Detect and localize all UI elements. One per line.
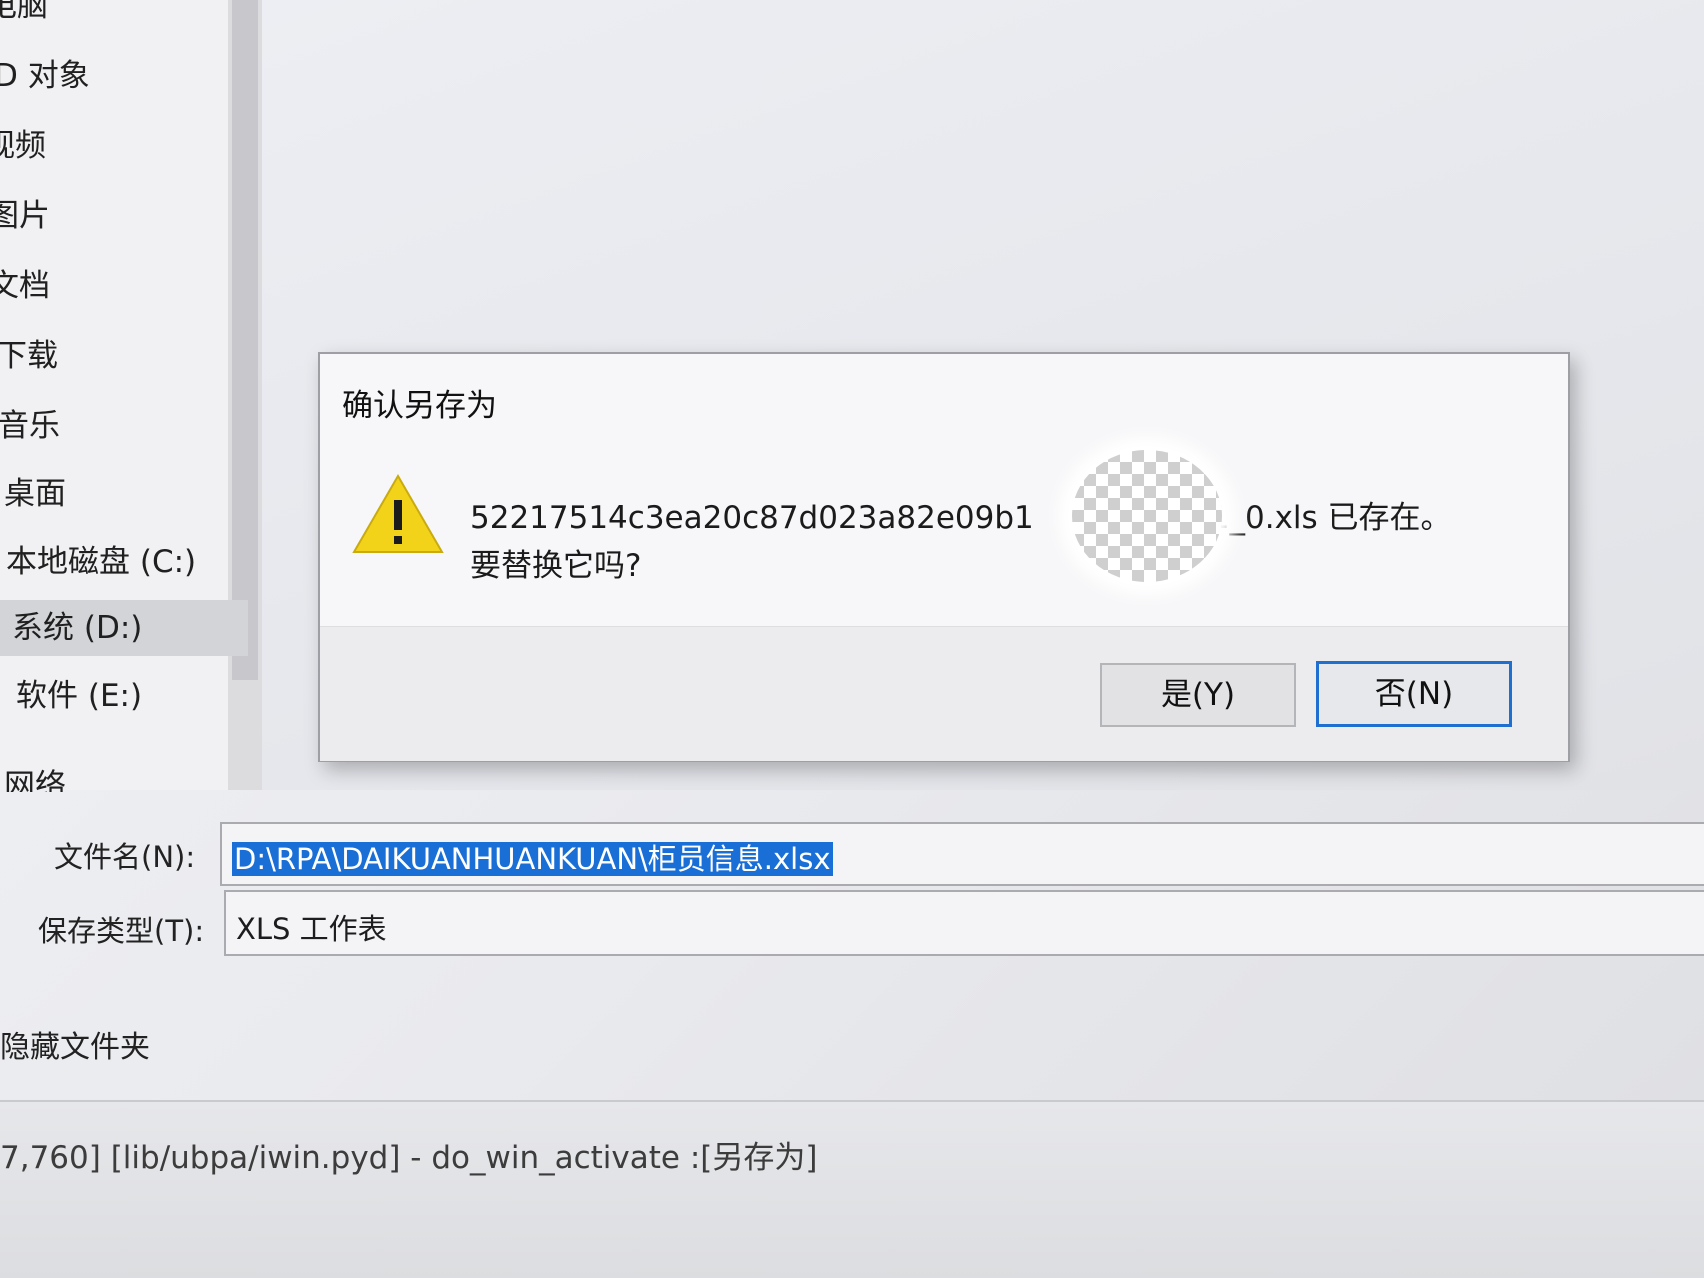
log-line: 7,760] [lib/ubpa/iwin.pyd] - do_win_acti… xyxy=(0,1140,818,1176)
nav-item-label: 图片 xyxy=(0,198,50,234)
filetype-select[interactable]: XLS 工作表 xyxy=(224,890,1704,956)
nav-item-label: 网络 xyxy=(4,768,66,792)
nav-item-videos[interactable]: 视频 xyxy=(0,118,248,174)
nav-item-network[interactable]: 网络 xyxy=(0,752,248,792)
filetype-value: XLS 工作表 xyxy=(236,912,387,946)
message-filename-prefix: 52217514c3ea20c87d023a82e09b1 xyxy=(470,500,1034,536)
dialog-title: 确认另存为 xyxy=(342,388,497,424)
nav-item-this-pc[interactable]: 电脑 xyxy=(0,0,248,34)
confirm-save-as-dialog: 确认另存为 52217514c3ea20c87d023a82e09b1 1_0.x… xyxy=(318,352,1570,762)
warning-icon xyxy=(352,474,444,553)
yes-button[interactable]: 是(Y) xyxy=(1100,663,1296,727)
nav-item-3d-objects[interactable]: D 对象 xyxy=(0,48,248,104)
nav-item-downloads[interactable]: 下载 xyxy=(0,328,248,384)
nav-item-label: 音乐 xyxy=(0,408,60,444)
dialog-message-line2: 要替换它吗? xyxy=(470,548,642,584)
filetype-label: 保存类型(T): xyxy=(38,914,205,948)
nav-item-label: 软件 (E:) xyxy=(16,678,143,714)
nav-item-system-d[interactable]: 系统 (D:) xyxy=(0,600,248,656)
nav-item-label: D 对象 xyxy=(0,58,90,94)
no-button[interactable]: 否(N) xyxy=(1316,661,1512,727)
nav-item-label: 下载 xyxy=(0,338,58,374)
dialog-message-line1: 52217514c3ea20c87d023a82e09b1 1_0.xls 已存在… xyxy=(470,492,1452,537)
nav-item-label: 系统 (D:) xyxy=(12,610,143,646)
dialog-button-bar: 是(Y) 否(N) xyxy=(320,626,1568,761)
nav-item-label: 视频 xyxy=(0,128,46,164)
nav-item-label: 电脑 xyxy=(0,0,48,24)
redaction-mask xyxy=(1072,450,1222,582)
log-console: 7,760] [lib/ubpa/iwin.pyd] - do_win_acti… xyxy=(0,1100,1704,1278)
nav-item-desktop[interactable]: 桌面 xyxy=(0,466,248,522)
filename-label: 文件名(N): xyxy=(54,840,196,874)
navigation-pane: 电脑 D 对象 视频 图片 文档 下载 音乐 桌面 本地磁盘 (C:) 系统 (… xyxy=(0,0,262,792)
nav-item-documents[interactable]: 文档 xyxy=(0,258,248,314)
nav-item-label: 本地磁盘 (C:) xyxy=(6,544,197,580)
nav-item-music[interactable]: 音乐 xyxy=(0,398,248,454)
nav-item-software-e[interactable]: 软件 (E:) xyxy=(0,668,248,724)
filename-input[interactable]: D:\RPA\DAIKUANHUANKUAN\柜员信息.xlsx xyxy=(220,822,1704,886)
filename-value: D:\RPA\DAIKUANHUANKUAN\柜员信息.xlsx xyxy=(232,842,833,876)
nav-item-pictures[interactable]: 图片 xyxy=(0,188,248,244)
nav-item-label: 桌面 xyxy=(4,476,66,512)
hide-folders-toggle[interactable]: 隐藏文件夹 xyxy=(0,1022,150,1066)
nav-item-local-disk-c[interactable]: 本地磁盘 (C:) xyxy=(0,534,248,590)
nav-item-label: 文档 xyxy=(0,268,50,304)
message-filename-suffix: 1_0.xls 已存在。 xyxy=(1209,500,1452,536)
